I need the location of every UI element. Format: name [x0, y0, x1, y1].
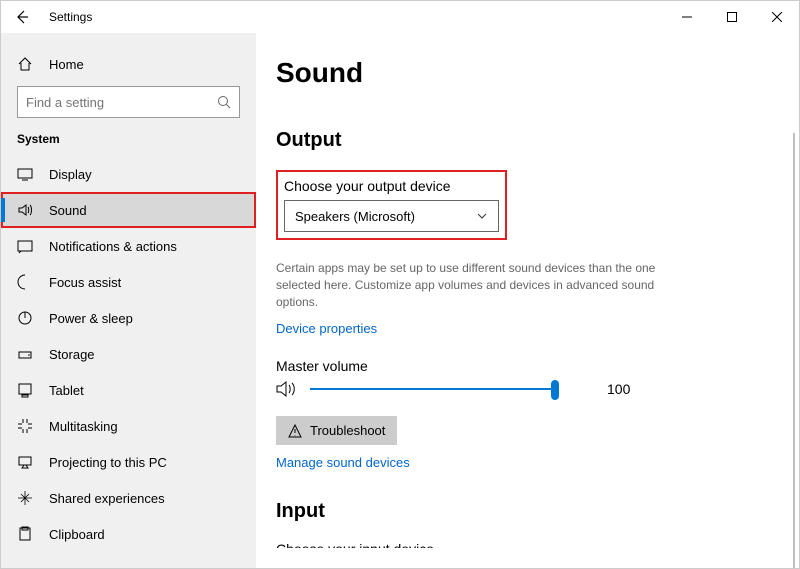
sidebar-item-display[interactable]: Display: [1, 156, 256, 192]
input-device-label: Choose your input device: [276, 541, 769, 548]
window-title: Settings: [49, 10, 92, 24]
output-heading: Output: [276, 129, 769, 152]
sidebar: Home System Display Sound Notifications …: [1, 33, 256, 568]
volume-slider[interactable]: [310, 388, 555, 390]
device-properties-link[interactable]: Device properties: [276, 321, 377, 336]
tablet-icon: [17, 382, 33, 398]
maximize-icon: [727, 12, 737, 22]
arrow-left-icon: [15, 10, 29, 24]
sidebar-item-label: Shared experiences: [49, 491, 165, 506]
home-label: Home: [49, 57, 84, 72]
sidebar-item-multitasking[interactable]: Multitasking: [1, 408, 256, 444]
home-icon: [17, 56, 33, 72]
troubleshoot-label: Troubleshoot: [310, 423, 385, 438]
sidebar-item-tablet[interactable]: Tablet: [1, 372, 256, 408]
sidebar-item-clipboard[interactable]: Clipboard: [1, 516, 256, 552]
sidebar-item-sound[interactable]: Sound: [1, 192, 256, 228]
sound-icon: [17, 202, 33, 218]
projecting-icon: [17, 454, 33, 470]
window-controls: [664, 1, 799, 33]
sidebar-item-label: Power & sleep: [49, 311, 133, 326]
sidebar-section: System: [1, 132, 256, 156]
speaker-icon: [276, 380, 296, 398]
minimize-button[interactable]: [664, 1, 709, 33]
dropdown-value: Speakers (Microsoft): [295, 209, 415, 224]
sidebar-item-label: Clipboard: [49, 527, 105, 542]
search-field[interactable]: [26, 95, 217, 110]
multitasking-icon: [17, 418, 33, 434]
storage-icon: [17, 346, 33, 362]
output-device-group: Choose your output device Speakers (Micr…: [276, 170, 507, 240]
sidebar-item-label: Tablet: [49, 383, 84, 398]
power-icon: [17, 310, 33, 326]
sidebar-item-shared-experiences[interactable]: Shared experiences: [1, 480, 256, 516]
input-heading: Input: [276, 500, 769, 523]
warning-icon: [288, 424, 302, 438]
sidebar-item-label: Notifications & actions: [49, 239, 177, 254]
notifications-icon: [17, 238, 33, 254]
scrollbar[interactable]: [793, 133, 795, 568]
sidebar-item-label: Storage: [49, 347, 95, 362]
slider-thumb[interactable]: [551, 380, 559, 400]
focus-assist-icon: [17, 274, 33, 290]
sidebar-item-projecting[interactable]: Projecting to this PC: [1, 444, 256, 480]
display-icon: [17, 166, 33, 182]
master-volume-label: Master volume: [276, 358, 769, 374]
sidebar-home[interactable]: Home: [1, 48, 256, 80]
troubleshoot-button[interactable]: Troubleshoot: [276, 416, 397, 445]
manage-sound-devices-link[interactable]: Manage sound devices: [276, 455, 410, 470]
output-device-label: Choose your output device: [284, 178, 499, 194]
sidebar-item-focus-assist[interactable]: Focus assist: [1, 264, 256, 300]
output-desc: Certain apps may be set up to use differ…: [276, 260, 696, 310]
sidebar-item-label: Display: [49, 167, 92, 182]
titlebar: Settings: [1, 1, 799, 33]
maximize-button[interactable]: [709, 1, 754, 33]
minimize-icon: [682, 12, 692, 22]
search-icon: [217, 95, 231, 109]
clipboard-icon: [17, 526, 33, 542]
content-area: Sound Output Choose your output device S…: [256, 33, 799, 568]
page-title: Sound: [276, 57, 769, 89]
volume-value: 100: [607, 381, 630, 397]
master-volume-row: 100: [276, 380, 769, 398]
sidebar-item-label: Projecting to this PC: [49, 455, 167, 470]
chevron-down-icon: [476, 210, 488, 222]
close-button[interactable]: [754, 1, 799, 33]
sidebar-item-label: Sound: [49, 203, 87, 218]
sidebar-item-power-sleep[interactable]: Power & sleep: [1, 300, 256, 336]
sidebar-item-label: Multitasking: [49, 419, 118, 434]
close-icon: [772, 12, 782, 22]
search-input[interactable]: [17, 86, 240, 118]
sidebar-item-storage[interactable]: Storage: [1, 336, 256, 372]
output-device-dropdown[interactable]: Speakers (Microsoft): [284, 200, 499, 232]
shared-icon: [17, 490, 33, 506]
back-button[interactable]: [7, 1, 37, 33]
sidebar-item-notifications[interactable]: Notifications & actions: [1, 228, 256, 264]
sidebar-item-label: Focus assist: [49, 275, 121, 290]
